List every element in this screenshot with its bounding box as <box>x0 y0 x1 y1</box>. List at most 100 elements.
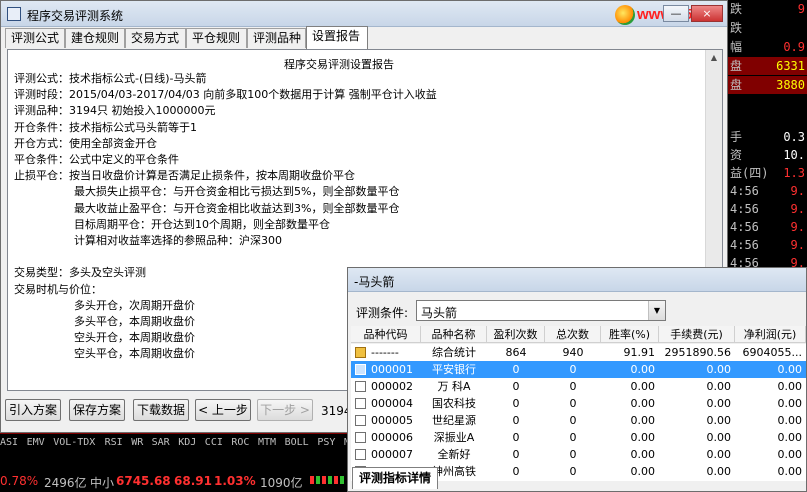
table-cell-code: ------- <box>371 346 399 359</box>
bg-quote-label: 4:56 <box>730 184 759 198</box>
indicator-tab[interactable]: WR <box>131 437 143 448</box>
bg-quote-value: 9. <box>790 184 805 198</box>
bg-quote-row: 4:56 9. <box>728 182 807 200</box>
next-step-button[interactable]: 下一步 > <box>257 399 313 421</box>
table-cell-rate: 0.00 <box>630 448 656 461</box>
bg-quote-value: 1.3 <box>783 166 805 180</box>
tab-3[interactable]: 交易方式 <box>125 28 186 48</box>
table-cell-name: 全新好 <box>437 448 471 461</box>
report-line: 开仓条件：技术指标公式马头箭等于1 <box>14 120 197 134</box>
bg-quote-value: 0.9 <box>783 40 805 54</box>
table-cell-name: 万 科A <box>437 380 471 393</box>
sub-dialog-title: -马头箭 <box>354 275 395 289</box>
table-cell-fee: 0.00 <box>706 448 732 461</box>
status-index-change: 68.91 <box>174 474 212 488</box>
close-button[interactable]: × <box>691 5 723 22</box>
table-cell-fee: 2951890.56 <box>664 346 731 359</box>
table-cell-fee: 0.00 <box>706 414 732 427</box>
bg-quote-row <box>728 110 807 128</box>
minimize-button[interactable]: — <box>663 5 689 22</box>
report-line: 交易时机与价位： <box>14 282 102 296</box>
tab-4[interactable]: 平仓规则 <box>186 28 247 48</box>
bg-quote-label: 4:56 <box>730 220 759 234</box>
bg-quote-label: 盘 <box>730 78 743 92</box>
table-row[interactable]: 000004 国农科技 0 0 0.00 0.00 0.00 <box>351 395 806 412</box>
tab-2[interactable]: 建仓规则 <box>65 28 125 48</box>
tab-1[interactable]: 评测公式 <box>5 28 65 48</box>
column-header[interactable]: 胜率(%) <box>601 326 659 343</box>
status-index-value: 6745.68 <box>116 474 171 488</box>
indicator-tab[interactable]: CCI <box>205 437 223 448</box>
bg-quote-label: 4:56 <box>730 202 759 216</box>
document-icon <box>355 432 366 443</box>
indicator-tab[interactable]: PSY <box>317 437 335 448</box>
indicator-tab[interactable]: SAR <box>152 437 170 448</box>
table-cell-total: 940 <box>562 346 584 359</box>
background-quote-panel: 跌 9 跌幅 0.9 盘 6331 盘 3880 手 0.3 资 10. 益(四) 1.3 4:56 9. 4:… <box>728 0 807 270</box>
table-row[interactable]: ------- 综合统计 864 940 91.91 2951890.56 6904055.… <box>351 344 806 361</box>
bg-quote-row: 盘 3880 <box>728 76 807 94</box>
status-index-pct: 1.03% <box>214 474 256 488</box>
bg-quote-label: 资 <box>730 148 743 162</box>
tab-5[interactable]: 评测品种 <box>247 28 306 48</box>
prev-step-button[interactable]: < 上一步 <box>195 399 251 421</box>
table-row[interactable]: 000006 深振业A 0 0 0.00 0.00 0.00 <box>351 429 806 446</box>
tab-6[interactable]: 设置报告 <box>306 26 368 49</box>
table-cell-code: 000001 <box>371 363 413 376</box>
logo-icon <box>615 5 635 25</box>
column-header[interactable]: 品种代码 <box>351 326 421 343</box>
bg-quote-value: 9. <box>790 238 805 252</box>
report-line: 评测品种：3194只 初始投入1000000元 <box>14 104 216 118</box>
status-pct: 0.78% <box>0 474 39 488</box>
market-bar-icon <box>310 476 344 484</box>
tab-eval-indicator-detail[interactable]: 评测指标详情 <box>352 467 439 489</box>
download-data-button[interactable]: 下载数据 <box>133 399 189 421</box>
eval-condition-label: 评测条件: <box>356 306 409 320</box>
table-cell-code: 000007 <box>371 448 413 461</box>
column-header[interactable]: 手续费(元) <box>659 326 735 343</box>
table-cell-name: 深振业A <box>433 431 475 444</box>
indicator-tab[interactable]: RSI <box>105 437 123 448</box>
bg-quote-value: 9. <box>790 220 805 234</box>
sub-dialog-title-bar[interactable]: -马头箭 <box>348 268 806 292</box>
table-cell-wins: 0 <box>512 397 520 410</box>
table-row[interactable]: 000005 世纪星源 0 0 0.00 0.00 0.00 <box>351 412 806 429</box>
indicator-tab[interactable]: ASI <box>0 437 18 448</box>
report-line: 计算相对收益率选择的参照品种：沪深300 <box>74 234 282 247</box>
indicator-tab[interactable]: MTM <box>258 437 276 448</box>
import-plan-button[interactable]: 引入方案 <box>5 399 61 421</box>
table-row[interactable]: 000002 万 科A 0 0 0.00 0.00 0.00 <box>351 378 806 395</box>
eval-result-dialog: -马头箭 评测条件: 马头箭 ▼ 品种代码 品种名称 盈利次数 总次数 胜率(%) 手续费… <box>347 267 807 492</box>
eval-condition-select[interactable]: 马头箭 ▼ <box>416 300 666 321</box>
chevron-down-icon[interactable]: ▼ <box>648 301 665 320</box>
indicator-tab[interactable]: VOL-TDX <box>53 437 95 448</box>
app-icon <box>7 7 21 21</box>
column-header[interactable]: 品种名称 <box>421 326 487 343</box>
column-header[interactable]: 总次数 <box>545 326 601 343</box>
indicator-tab[interactable]: EMV <box>27 437 45 448</box>
table-cell-rate: 0.00 <box>630 465 656 478</box>
save-plan-button[interactable]: 保存方案 <box>69 399 125 421</box>
scroll-up-icon[interactable]: ▲ <box>706 50 722 66</box>
table-cell-wins: 864 <box>505 346 527 359</box>
document-icon <box>355 364 366 375</box>
table-cell-code: 000006 <box>371 431 413 444</box>
indicator-tab[interactable]: BOLL <box>285 437 309 448</box>
bg-quote-row: 幅 0.9 <box>728 38 807 56</box>
table-row[interactable]: 000007 全新好 0 0 0.00 0.00 0.00 <box>351 446 806 463</box>
status-volume: 2496亿 <box>44 476 87 490</box>
column-header[interactable]: 盈利次数 <box>487 326 545 343</box>
bg-quote-row: 4:56 9. <box>728 200 807 218</box>
indicator-strip: ASI EMV VOL-TDX RSI WR SAR KDJ CCI ROC MTM BOLL PSY… <box>0 433 362 455</box>
table-cell-wins: 0 <box>512 363 520 376</box>
indicator-tab[interactable]: KDJ <box>178 437 196 448</box>
table-cell-fee: 0.00 <box>706 465 732 478</box>
table-cell-fee: 0.00 <box>706 397 732 410</box>
dialog-title-bar[interactable]: 程序交易评测系统 www.5518 — × <box>1 1 727 27</box>
table-row[interactable]: 000001 平安银行 0 0 0.00 0.00 0.00 <box>351 361 806 378</box>
column-header[interactable]: 净利润(元) <box>735 326 806 343</box>
document-icon <box>355 381 366 392</box>
bg-quote-label: 幅 <box>730 40 743 54</box>
indicator-tab[interactable]: ROC <box>231 437 249 448</box>
result-table-body: ------- 综合统计 864 940 91.91 2951890.56 6904055.… <box>351 344 806 481</box>
